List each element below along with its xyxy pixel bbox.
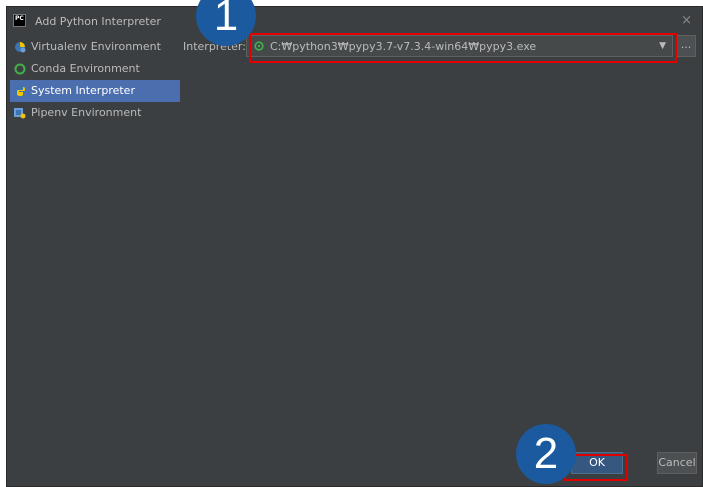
sidebar-item-conda[interactable]: Conda Environment xyxy=(10,58,180,80)
python-icon xyxy=(15,86,25,96)
step-2-marker: 2 xyxy=(516,424,576,484)
environment-type-list: Virtualenv Environment Conda Environment… xyxy=(10,36,180,124)
interpreter-path: C:₩python3₩pypy3.7-v7.3.4-win64₩pypy3.ex… xyxy=(270,39,537,53)
ok-button[interactable]: OK xyxy=(571,452,623,474)
sidebar-item-label: Virtualenv Environment xyxy=(31,40,161,53)
sidebar-item-system-interpreter[interactable]: System Interpreter xyxy=(10,80,180,102)
dialog-title: Add Python Interpreter xyxy=(35,15,161,28)
sidebar-item-pipenv[interactable]: Pipenv Environment xyxy=(10,102,180,124)
conda-icon xyxy=(14,63,26,75)
chevron-down-icon[interactable]: ▼ xyxy=(659,41,666,51)
sidebar-item-label: Conda Environment xyxy=(31,62,140,75)
interpreter-dropdown[interactable]: C:₩python3₩pypy3.7-v7.3.4-win64₩pypy3.ex… xyxy=(246,35,673,57)
browse-interpreter-button[interactable]: ... xyxy=(676,35,696,57)
sidebar-item-label: System Interpreter xyxy=(31,84,135,97)
sidebar-item-label: Pipenv Environment xyxy=(31,106,142,119)
sidebar-item-virtualenv[interactable]: Virtualenv Environment xyxy=(10,36,180,58)
pycharm-app-icon: PC xyxy=(13,14,26,27)
title-bar: PC Add Python Interpreter × xyxy=(7,7,702,37)
interpreter-status-icon xyxy=(254,41,264,51)
pipenv-icon xyxy=(14,108,26,119)
virtualenv-icon xyxy=(15,42,26,53)
close-icon[interactable]: × xyxy=(681,13,692,28)
cancel-button[interactable]: Cancel xyxy=(657,452,697,474)
